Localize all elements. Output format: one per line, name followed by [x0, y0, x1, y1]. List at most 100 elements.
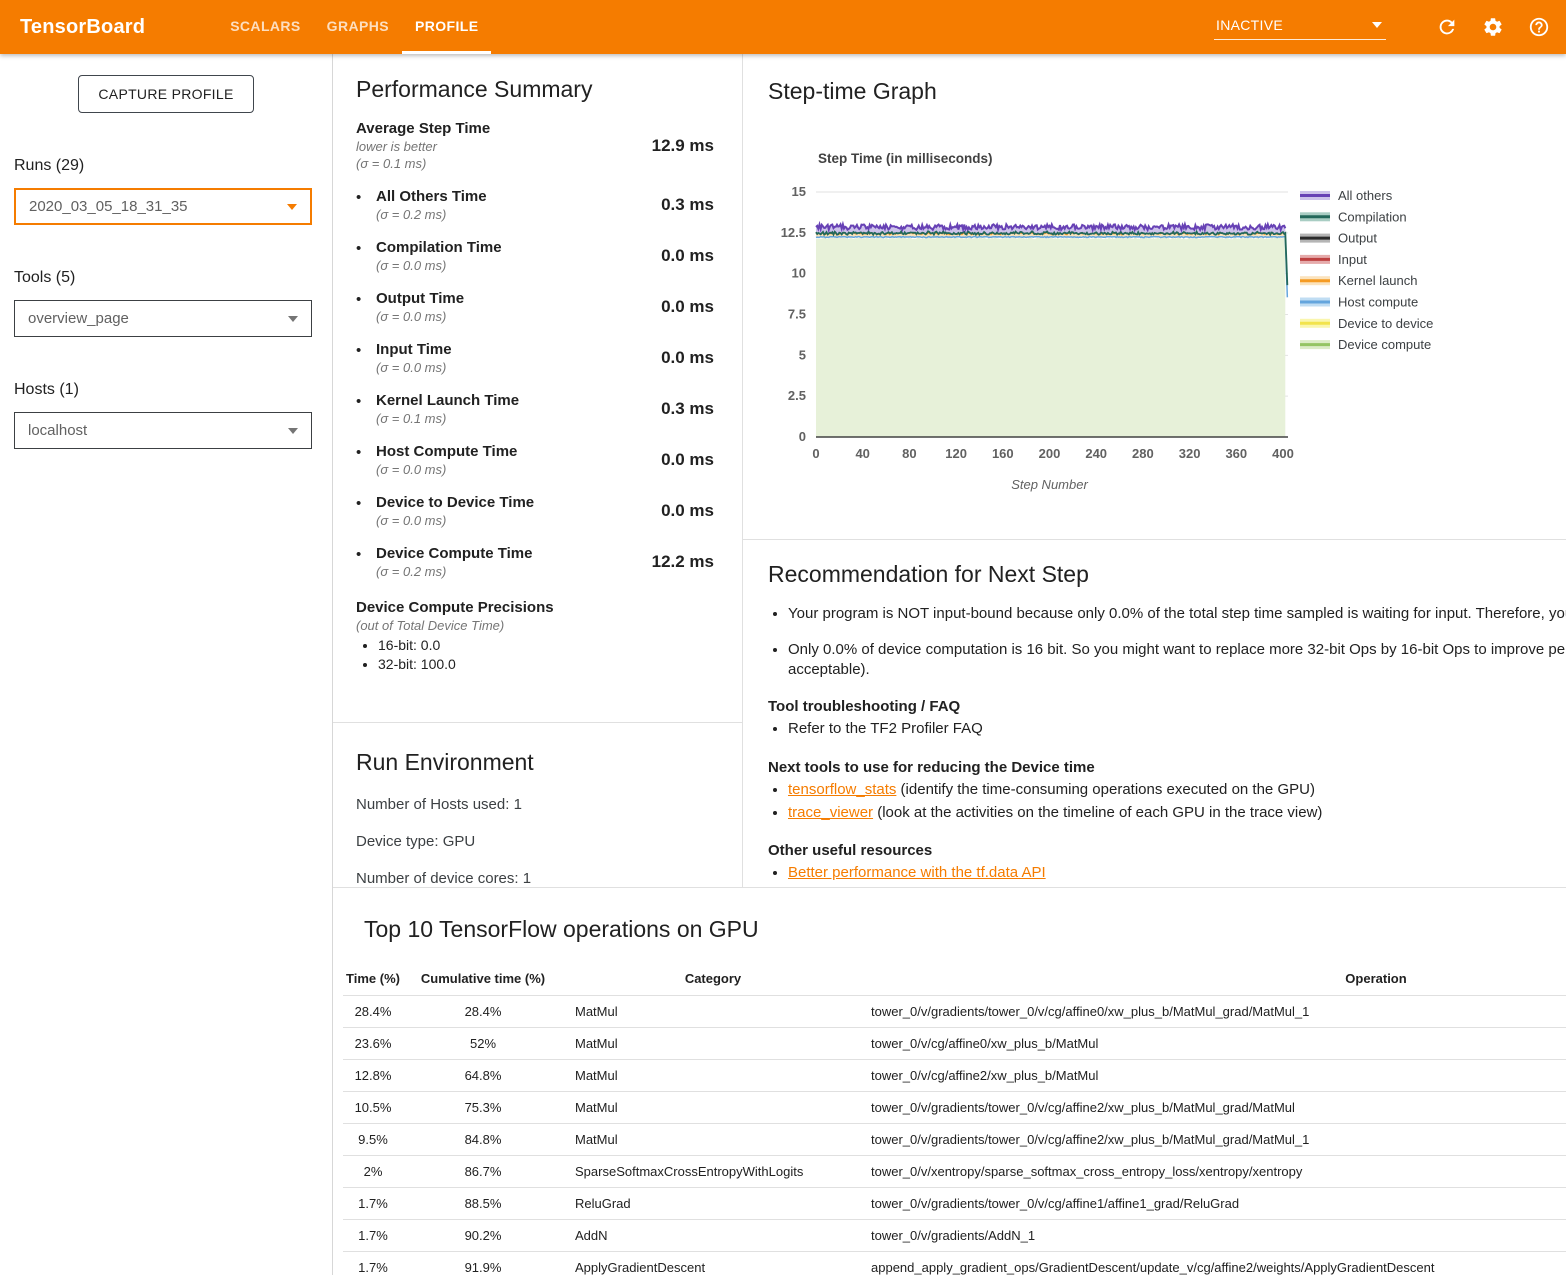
faq-heading: Tool troubleshooting / FAQ: [768, 698, 1566, 715]
hosts-dropdown[interactable]: localhost: [14, 412, 312, 449]
table-row[interactable]: 2%86.7%SparseSoftmaxCrossEntropyWithLogi…: [343, 1156, 1566, 1188]
capture-profile-button[interactable]: CAPTURE PROFILE: [78, 75, 253, 113]
cell-cumulative-pct: 28.4%: [403, 996, 563, 1028]
metric-label: Output Time: [376, 290, 644, 307]
top-navbar: TensorBoard SCALARSGRAPHSPROFILE INACTIV…: [0, 0, 1566, 54]
table-row[interactable]: 1.7%90.2%AddNtower_0/v/gradients/AddN_1: [343, 1220, 1566, 1252]
tab-graphs[interactable]: GRAPHS: [314, 0, 402, 54]
bullet-icon: •: [356, 239, 376, 257]
cell-operation: tower_0/v/xentropy/sparse_softmax_cross_…: [863, 1156, 1566, 1188]
top10-title: Top 10 TensorFlow operations on GPU: [333, 916, 1566, 943]
cell-category: MatMul: [563, 1092, 863, 1124]
metric-sigma: (σ = 0.2 ms): [376, 207, 644, 222]
cell-cumulative-pct: 75.3%: [403, 1092, 563, 1124]
gear-icon[interactable]: [1482, 16, 1504, 38]
cell-operation: tower_0/v/gradients/tower_0/v/cg/affine1…: [863, 1188, 1566, 1220]
resource-item: Better performance with the tf.data API: [788, 863, 1566, 883]
metric-value: 0.3 ms: [644, 399, 714, 419]
metric-row: •Output Time(σ = 0.0 ms)0.0 ms: [356, 290, 714, 324]
device-compute-precisions: Device Compute Precisions (out of Total …: [356, 599, 714, 672]
cell-operation: tower_0/v/gradients/tower_0/v/cg/affine0…: [863, 996, 1566, 1028]
svg-text:Step Number: Step Number: [1011, 477, 1088, 492]
tab-profile[interactable]: PROFILE: [402, 0, 491, 54]
svg-text:Compilation: Compilation: [1338, 209, 1407, 224]
table-row[interactable]: 10.5%75.3%MatMultower_0/v/gradients/towe…: [343, 1092, 1566, 1124]
metric-sigma: (σ = 0.1 ms): [376, 411, 644, 426]
metric-label: All Others Time: [376, 188, 644, 205]
cell-category: ReluGrad: [563, 1188, 863, 1220]
precisions-subtitle: (out of Total Device Time): [356, 618, 714, 633]
performance-summary-title: Performance Summary: [356, 76, 714, 103]
table-row[interactable]: 1.7%88.5%ReluGradtower_0/v/gradients/tow…: [343, 1188, 1566, 1220]
cell-operation: tower_0/v/gradients/AddN_1: [863, 1220, 1566, 1252]
metric-value: 0.0 ms: [644, 501, 714, 521]
next-tool-link[interactable]: trace_viewer: [788, 804, 873, 821]
svg-text:360: 360: [1225, 446, 1247, 461]
cell-time-pct: 1.7%: [343, 1188, 403, 1220]
table-header: Operation: [863, 965, 1566, 996]
status-dropdown[interactable]: INACTIVE: [1214, 15, 1386, 40]
table-row[interactable]: 23.6%52%MatMultower_0/v/cg/affine0/xw_pl…: [343, 1028, 1566, 1060]
navbar-right: INACTIVE: [1214, 0, 1550, 54]
run-environment-line: Device type: GPU: [356, 833, 722, 850]
faq-item: Refer to the TF2 Profiler FAQ: [788, 719, 1566, 739]
bullet-icon: •: [356, 443, 376, 461]
cell-category: SparseSoftmaxCrossEntropyWithLogits: [563, 1156, 863, 1188]
table-row[interactable]: 12.8%64.8%MatMultower_0/v/cg/affine2/xw_…: [343, 1060, 1566, 1092]
cell-time-pct: 28.4%: [343, 996, 403, 1028]
cell-category: MatMul: [563, 1060, 863, 1092]
metric-row: •Device Compute Time(σ = 0.2 ms)12.2 ms: [356, 545, 714, 579]
metric-value: 12.9 ms: [644, 136, 714, 156]
table-row[interactable]: 9.5%84.8%MatMultower_0/v/gradients/tower…: [343, 1124, 1566, 1156]
app-title: TensorBoard: [20, 16, 145, 39]
run-environment-line: Number of device cores: 1: [356, 870, 722, 887]
run-environment-card: Run Environment Number of Hosts used: 1D…: [333, 723, 742, 887]
run-environment-title: Run Environment: [356, 749, 722, 776]
step-time-graph-card: Step-time Graph Step Time (in millisecon…: [743, 54, 1566, 540]
metric-label: Host Compute Time: [376, 443, 644, 460]
metric-label: Average Step Time: [356, 120, 644, 137]
cell-operation: tower_0/v/gradients/tower_0/v/cg/affine2…: [863, 1092, 1566, 1124]
cell-time-pct: 10.5%: [343, 1092, 403, 1124]
cell-category: MatMul: [563, 996, 863, 1028]
svg-text:10: 10: [792, 266, 806, 281]
table-row[interactable]: 28.4%28.4%MatMultower_0/v/gradients/towe…: [343, 996, 1566, 1028]
metric-sigma: (σ = 0.0 ms): [376, 309, 644, 324]
step-time-graph-title: Step-time Graph: [768, 78, 1566, 105]
svg-text:400: 400: [1272, 446, 1294, 461]
tools-dropdown[interactable]: overview_page: [14, 300, 312, 337]
svg-text:Step Time (in milliseconds): Step Time (in milliseconds): [818, 151, 993, 166]
cell-operation: tower_0/v/cg/affine2/xw_plus_b/MatMul: [863, 1060, 1566, 1092]
table-row[interactable]: 1.7%91.9%ApplyGradientDescentappend_appl…: [343, 1252, 1566, 1275]
next-tool-link[interactable]: tensorflow_stats: [788, 781, 896, 798]
chevron-down-icon: [288, 316, 298, 322]
next-tool-item: trace_viewer (look at the activities on …: [788, 803, 1566, 823]
hosts-value: localhost: [28, 422, 87, 439]
chevron-down-icon: [287, 204, 297, 210]
svg-text:5: 5: [799, 347, 806, 362]
metric-note: lower is better: [356, 139, 644, 154]
status-value: INACTIVE: [1216, 17, 1283, 33]
cell-time-pct: 9.5%: [343, 1124, 403, 1156]
svg-text:2.5: 2.5: [788, 388, 806, 403]
metric-row: •Host Compute Time(σ = 0.0 ms)0.0 ms: [356, 443, 714, 477]
metric-label: Compilation Time: [376, 239, 644, 256]
svg-text:120: 120: [945, 446, 967, 461]
resource-link[interactable]: Better performance with the tf.data API: [788, 864, 1046, 881]
tab-scalars[interactable]: SCALARS: [217, 0, 313, 54]
cell-category: AddN: [563, 1220, 863, 1252]
runs-dropdown[interactable]: 2020_03_05_18_31_35: [14, 188, 312, 225]
svg-text:240: 240: [1085, 446, 1107, 461]
cell-time-pct: 12.8%: [343, 1060, 403, 1092]
table-header: Cumulative time (%): [403, 965, 563, 996]
refresh-icon[interactable]: [1436, 16, 1458, 38]
help-icon[interactable]: [1528, 16, 1550, 38]
metric-row: •Kernel Launch Time(σ = 0.1 ms)0.3 ms: [356, 392, 714, 426]
svg-text:80: 80: [902, 446, 916, 461]
svg-text:160: 160: [992, 446, 1014, 461]
top10-operations-card: Top 10 TensorFlow operations on GPU Time…: [333, 887, 1566, 1275]
metrics-list: Average Step Time lower is better (σ = 0.1…: [356, 120, 714, 579]
metric-row: Average Step Timelower is better(σ = 0.1…: [356, 120, 714, 171]
metric-value: 0.0 ms: [644, 348, 714, 368]
bullet-icon: •: [356, 494, 376, 512]
